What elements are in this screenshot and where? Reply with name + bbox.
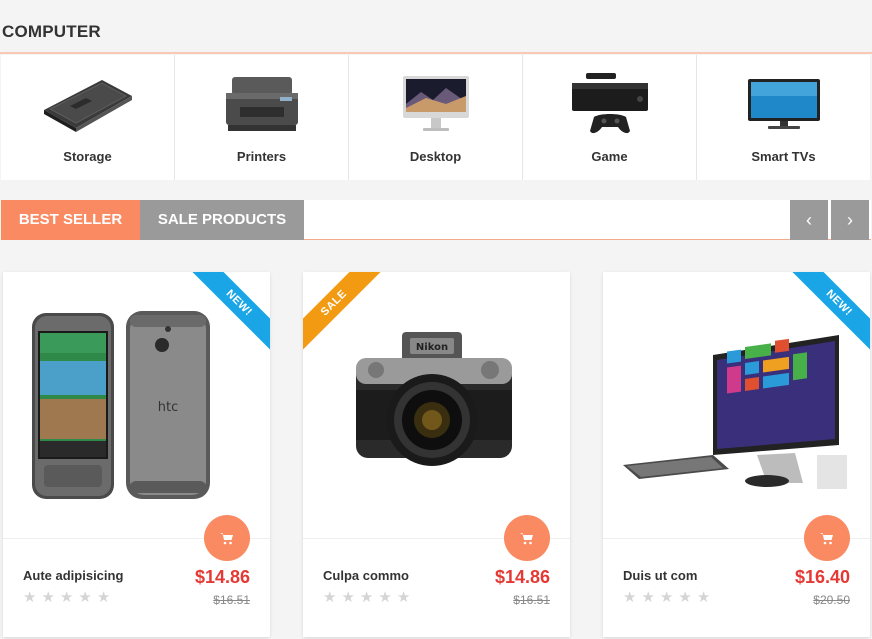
rating-stars: ★ ★ ★ ★ ★ [323, 590, 410, 606]
camera-image[interactable]: Nikon [303, 272, 570, 538]
category-game[interactable]: Game [523, 55, 697, 180]
product-price: $14.86 [194, 567, 250, 587]
star-icon: ★ [396, 589, 411, 606]
star-icon: ★ [23, 589, 37, 606]
section-divider [0, 52, 872, 54]
svg-text:htc: htc [157, 400, 177, 415]
star-icon: ★ [659, 589, 674, 606]
product-price: $14.86 [494, 567, 550, 587]
star-icon: ★ [641, 589, 655, 606]
section-title: COMPUTER [2, 22, 101, 41]
add-to-cart-button[interactable] [204, 515, 250, 561]
hard-drive-icon [1, 63, 174, 145]
carousel-prev-button[interactable]: ‹ [790, 200, 828, 240]
star-icon: ★ [341, 589, 355, 606]
smartphone-image[interactable]: htc [3, 272, 270, 538]
category-label: Printers [236, 149, 287, 164]
category-smart-tvs[interactable]: Smart TVs [697, 55, 870, 180]
svg-text:Nikon: Nikon [415, 342, 447, 353]
star-icon: ★ [696, 589, 711, 606]
star-icon: ★ [623, 589, 637, 606]
star-icon: ★ [59, 589, 74, 606]
product-old-price: $16.51 [513, 593, 550, 607]
rating-stars: ★ ★ ★ ★ ★ [623, 590, 710, 606]
product-old-price: $16.51 [213, 593, 250, 607]
product-name[interactable]: Culpa commo [323, 568, 409, 583]
product-name[interactable]: Duis ut com [623, 568, 697, 583]
star-icon: ★ [78, 589, 92, 606]
tab-best-seller[interactable]: BEST SELLER [1, 200, 140, 240]
category-label: Desktop [409, 149, 462, 164]
all-in-one-pc-image[interactable] [603, 272, 870, 538]
star-icon: ★ [96, 589, 111, 606]
star-icon: ★ [678, 589, 692, 606]
category-strip: Storage Printers Desktop Game Smart TVs [1, 55, 870, 180]
tv-icon [697, 63, 870, 145]
carousel-next-button[interactable]: › [831, 200, 869, 240]
star-icon: ★ [378, 589, 392, 606]
category-label: Smart TVs [751, 149, 816, 164]
cart-icon [820, 532, 833, 544]
product-name[interactable]: Aute adipisicing [23, 568, 123, 583]
game-console-icon [523, 63, 696, 145]
product-card[interactable]: NEW! Duis ut com $16.40 $20.50 ★ ★ ★ ★ ★ [603, 272, 870, 637]
star-icon: ★ [359, 589, 374, 606]
imac-icon [349, 63, 522, 145]
category-label: Storage [63, 149, 112, 164]
product-card[interactable]: Nikon SALE Culpa commo $14.86 $16.51 ★ ★… [303, 272, 570, 637]
star-icon: ★ [323, 589, 337, 606]
star-icon: ★ [41, 589, 55, 606]
category-desktop[interactable]: Desktop [349, 55, 523, 180]
tab-sale-products[interactable]: SALE PRODUCTS [140, 200, 304, 240]
product-old-price: $20.50 [813, 593, 850, 607]
product-card[interactable]: htc NEW! Aute adipisicing $14.86 $16.51 … [3, 272, 270, 637]
cart-icon [220, 532, 233, 544]
product-tabs-bar: BEST SELLER SALE PRODUCTS ‹ › [1, 200, 871, 240]
printer-icon [175, 63, 348, 145]
cart-icon [520, 532, 533, 544]
add-to-cart-button[interactable] [504, 515, 550, 561]
category-printers[interactable]: Printers [175, 55, 349, 180]
rating-stars: ★ ★ ★ ★ ★ [23, 590, 110, 606]
category-storage[interactable]: Storage [1, 55, 175, 180]
category-label: Game [591, 149, 628, 164]
add-to-cart-button[interactable] [804, 515, 850, 561]
product-price: $16.40 [794, 567, 850, 587]
